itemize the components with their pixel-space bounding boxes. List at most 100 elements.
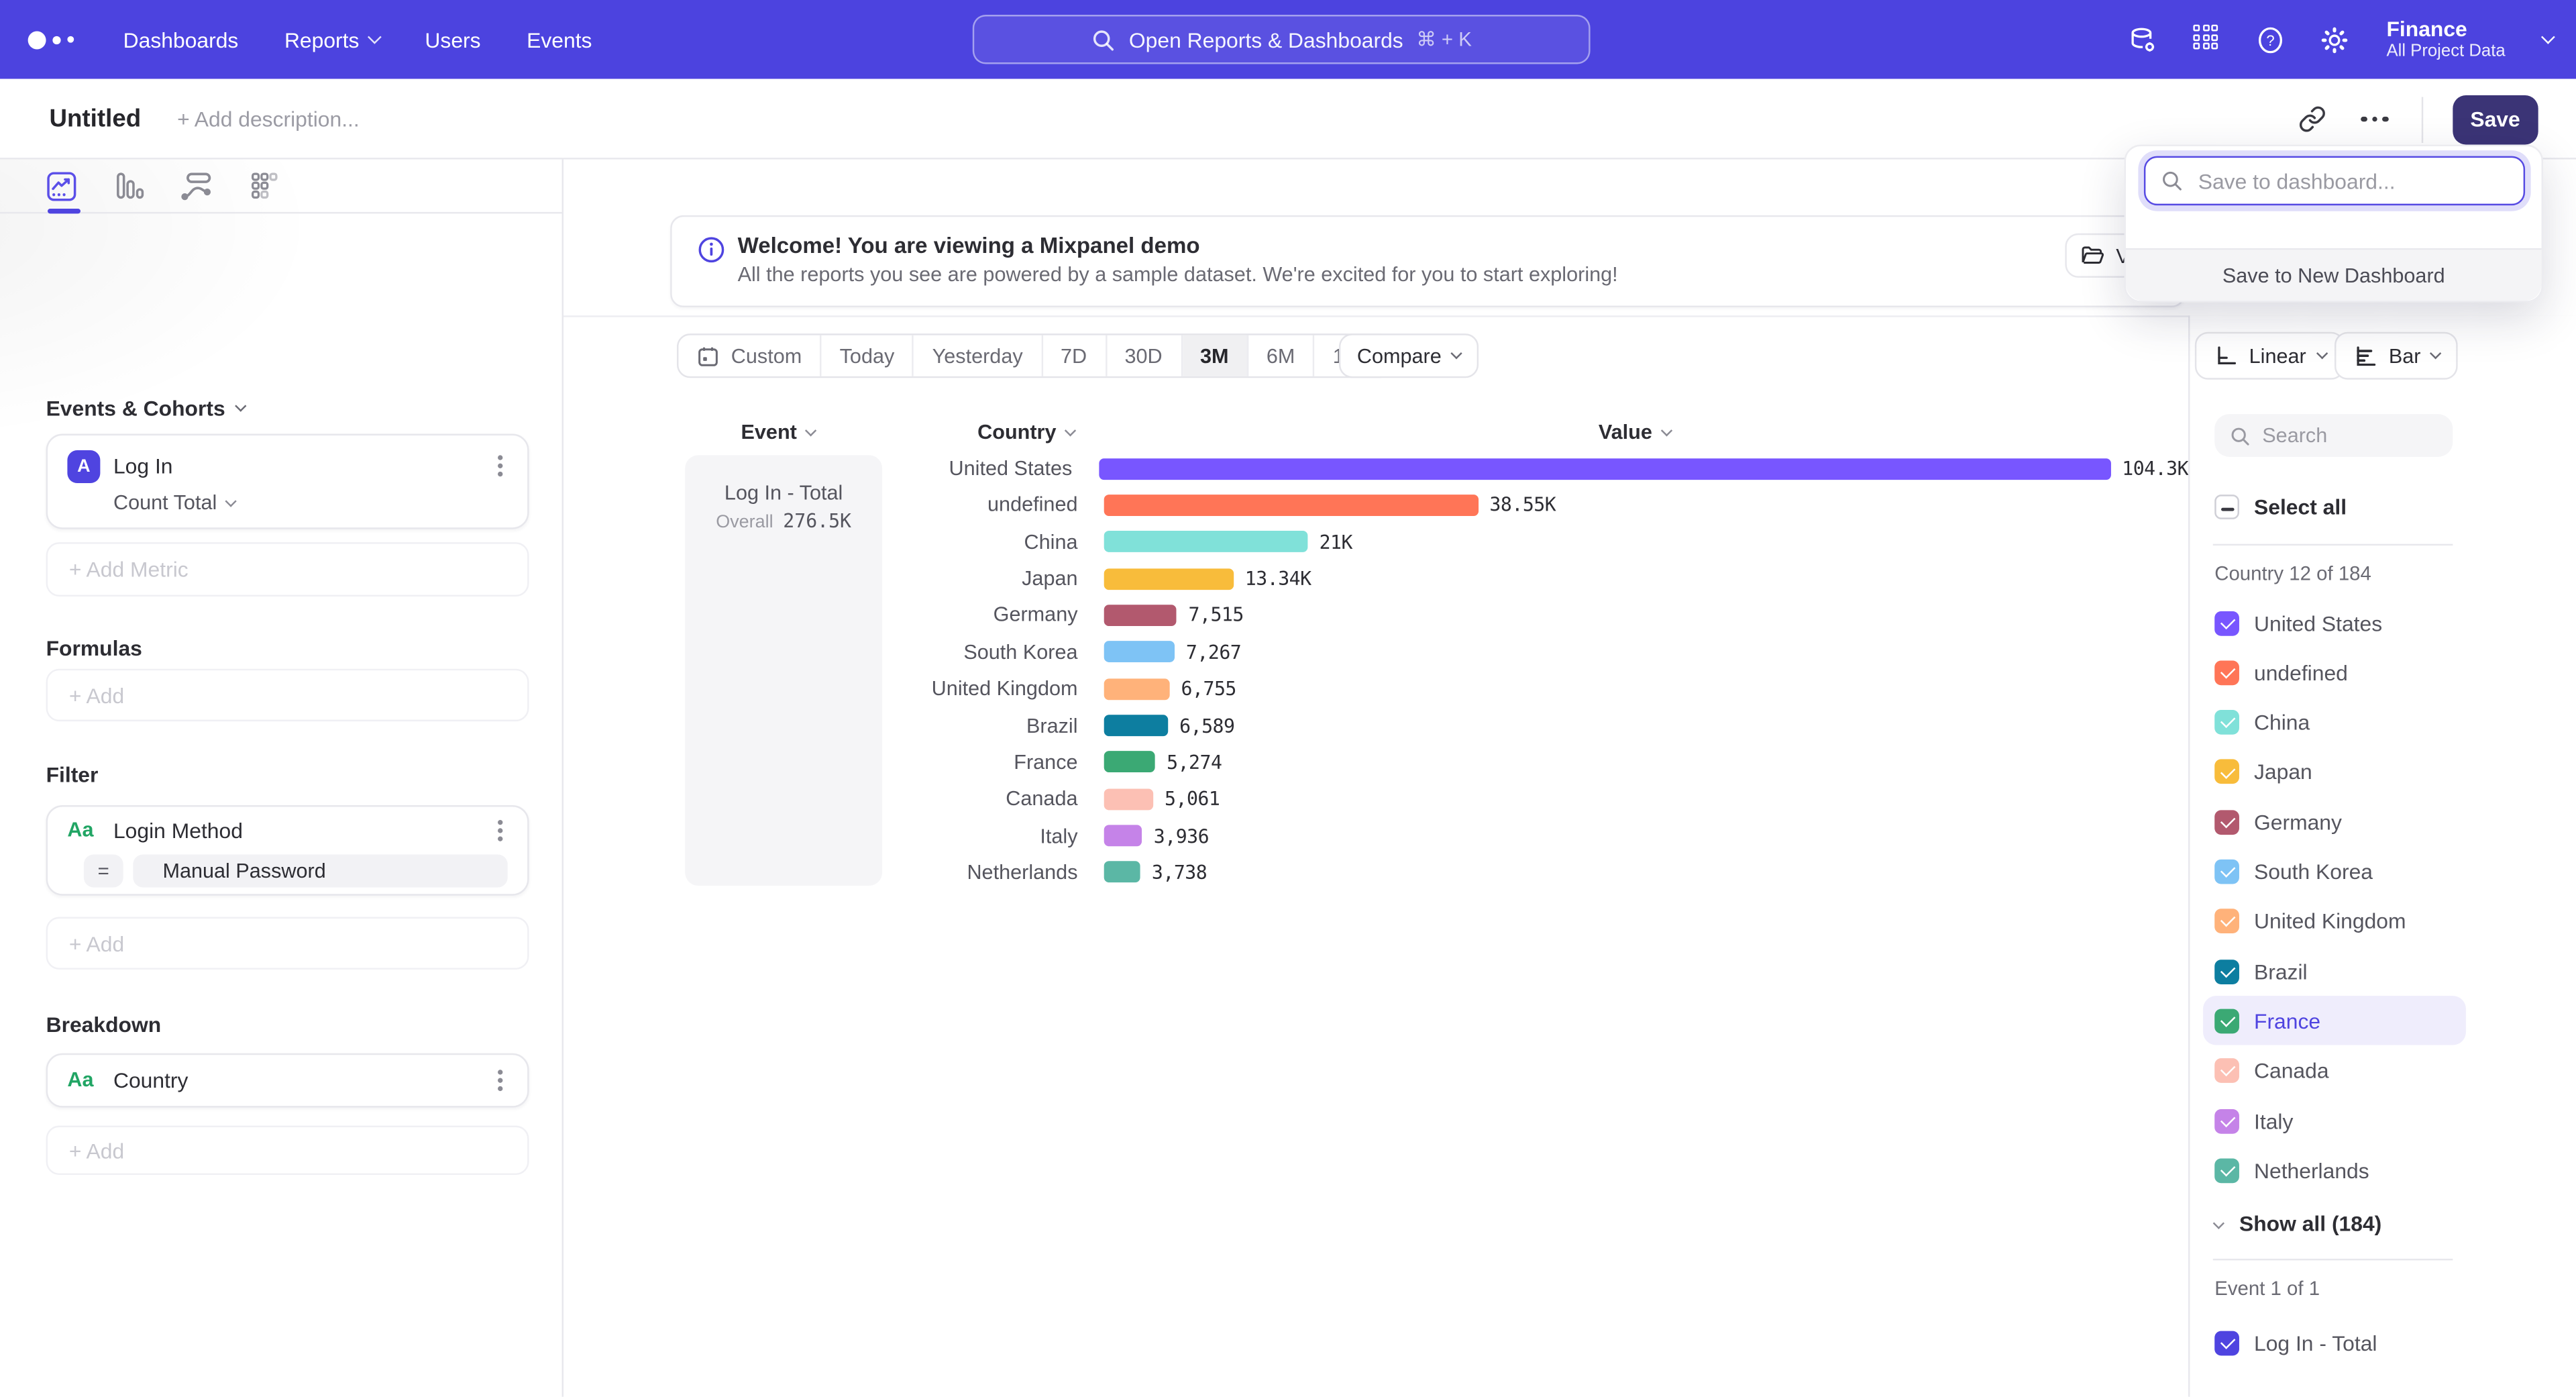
bar-value-label: 6,589 <box>1179 714 1234 737</box>
legend-item-china[interactable]: China <box>2203 698 2466 747</box>
metric-aggregation-dropdown[interactable]: Count Total <box>113 491 235 514</box>
project-switcher[interactable]: Finance All Project Data <box>2386 17 2505 62</box>
legend-checkbox[interactable] <box>2214 1008 2239 1033</box>
legend-item-label: Italy <box>2254 1108 2293 1133</box>
legend-item-south-korea[interactable]: South Korea <box>2203 847 2466 896</box>
legend-checkbox[interactable] <box>2214 959 2239 984</box>
add-breakdown-button[interactable]: + Add <box>46 1126 529 1175</box>
bar-segment[interactable] <box>1104 495 1479 516</box>
apps-grid-icon[interactable] <box>2191 25 2220 54</box>
global-search-placeholder: Open Reports & Dashboards <box>1129 27 1403 52</box>
legend-checkbox[interactable] <box>2214 810 2239 835</box>
legend-item-japan[interactable]: Japan <box>2203 747 2466 796</box>
bar-segment[interactable] <box>1104 715 1168 736</box>
event-legend-item[interactable]: Log In - Total <box>2214 1318 2377 1367</box>
legend-checkbox[interactable] <box>2214 1158 2239 1183</box>
report-title[interactable]: Untitled <box>49 105 141 133</box>
bar-category-label: France <box>564 751 1078 774</box>
breakdown-card-country[interactable]: Aa Country <box>46 1053 529 1108</box>
scale-dropdown[interactable]: Linear <box>2195 332 2344 380</box>
add-metric-button[interactable]: + Add Metric <box>46 542 529 597</box>
tab-flows[interactable] <box>180 170 212 201</box>
event-legend-checkbox[interactable] <box>2214 1330 2239 1355</box>
metric-event-name[interactable]: Log In <box>113 454 173 478</box>
save-button[interactable]: Save <box>2452 95 2538 144</box>
events-cohorts-heading[interactable]: Events & Cohorts <box>46 396 246 421</box>
bar-chart-icon <box>2353 344 2377 368</box>
copy-link-icon[interactable] <box>2296 103 2329 136</box>
filter-heading: Filter <box>46 762 99 787</box>
bar-segment[interactable] <box>1104 825 1142 847</box>
legend-checkbox[interactable] <box>2214 1108 2239 1133</box>
breakdown-kebab-icon[interactable] <box>488 1068 511 1094</box>
nav-item-label: Dashboards <box>123 27 239 52</box>
chart-row-germany: Germany7,515 <box>564 597 2188 633</box>
bar-value-label: 21K <box>1320 530 1352 553</box>
more-options-icon[interactable] <box>2359 103 2392 136</box>
settings-gear-icon[interactable] <box>2319 25 2349 54</box>
legend-item-united-kingdom[interactable]: United Kingdom <box>2203 897 2466 946</box>
nav-item-events[interactable]: Events <box>527 27 592 52</box>
show-all-toggle[interactable]: Show all (184) <box>2214 1203 2381 1243</box>
breakdown-heading: Breakdown <box>46 1013 162 1037</box>
save-dashboard-input[interactable] <box>2195 167 2491 195</box>
bar-segment[interactable] <box>1104 605 1177 626</box>
save-dashboard-search[interactable] <box>2144 156 2525 205</box>
add-formula-button[interactable]: + Add <box>46 669 529 721</box>
chart-row-france: France5,274 <box>564 744 2188 780</box>
chart-style-dropdown[interactable]: Bar <box>2334 332 2459 380</box>
filter-value-field[interactable]: Manual Password <box>133 854 507 887</box>
breakdown-property-name[interactable]: Country <box>113 1068 189 1093</box>
bar-category-label: China <box>564 530 1078 553</box>
bar-segment[interactable] <box>1104 641 1175 663</box>
metric-kebab-icon[interactable] <box>488 454 511 480</box>
metric-card-log-in[interactable]: A Log In Count Total <box>46 434 529 529</box>
bar-segment[interactable] <box>1099 458 2111 479</box>
legend-checkbox[interactable] <box>2214 860 2239 884</box>
bar-segment[interactable] <box>1104 531 1308 553</box>
filter-card-login-method[interactable]: Aa Login Method = Manual Password <box>46 805 529 896</box>
bar-segment[interactable] <box>1104 788 1153 810</box>
bar-segment[interactable] <box>1104 862 1140 883</box>
bar-segment[interactable] <box>1104 752 1155 773</box>
legend-item-brazil[interactable]: Brazil <box>2203 947 2466 996</box>
legend-item-canada[interactable]: Canada <box>2203 1046 2466 1095</box>
add-filter-button[interactable]: + Add <box>46 917 529 970</box>
add-description-field[interactable]: + Add description... <box>177 106 360 131</box>
legend-checkbox[interactable] <box>2214 710 2239 735</box>
legend-checkbox[interactable] <box>2214 760 2239 784</box>
bar-category-label: United Kingdom <box>564 677 1078 700</box>
legend-item-france[interactable]: France <box>2203 996 2466 1045</box>
select-all-checkbox[interactable]: Select all <box>2214 495 2347 519</box>
help-icon[interactable]: ? <box>2255 25 2285 54</box>
legend-item-italy[interactable]: Italy <box>2203 1096 2466 1145</box>
legend-item-undefined[interactable]: undefined <box>2203 648 2466 697</box>
filter-operator-chip[interactable]: = <box>84 854 123 887</box>
bar-segment[interactable] <box>1104 568 1234 589</box>
save-to-new-dashboard-button[interactable]: Save to New Dashboard <box>2126 248 2542 301</box>
bar-category-label: Italy <box>564 824 1078 847</box>
tab-retention[interactable] <box>248 170 280 201</box>
event-legend-label: Log In - Total <box>2254 1330 2377 1355</box>
legend-checkbox[interactable] <box>2214 909 2239 934</box>
data-management-icon[interactable] <box>2127 25 2157 54</box>
filter-property-name[interactable]: Login Method <box>113 819 243 843</box>
nav-item-reports[interactable]: Reports <box>284 27 379 52</box>
legend-search-input[interactable]: Search <box>2214 414 2453 457</box>
bar-category-label: Netherlands <box>564 861 1078 884</box>
project-scope: All Project Data <box>2386 42 2505 62</box>
filter-kebab-icon[interactable] <box>488 819 511 845</box>
nav-item-dashboards[interactable]: Dashboards <box>123 27 239 52</box>
legend-item-netherlands[interactable]: Netherlands <box>2203 1146 2466 1195</box>
bar-segment[interactable] <box>1104 678 1170 700</box>
tab-insights[interactable] <box>46 170 78 201</box>
legend-checkbox[interactable] <box>2214 660 2239 685</box>
legend-checkbox[interactable] <box>2214 611 2239 635</box>
legend-item-united-states[interactable]: United States <box>2203 598 2466 647</box>
global-search-button[interactable]: Open Reports & Dashboards ⌘ + K <box>973 15 1591 64</box>
mixpanel-logo-icon[interactable] <box>28 30 84 48</box>
tab-funnels[interactable] <box>113 170 145 201</box>
legend-item-germany[interactable]: Germany <box>2203 797 2466 846</box>
legend-checkbox[interactable] <box>2214 1059 2239 1084</box>
nav-item-users[interactable]: Users <box>425 27 480 52</box>
